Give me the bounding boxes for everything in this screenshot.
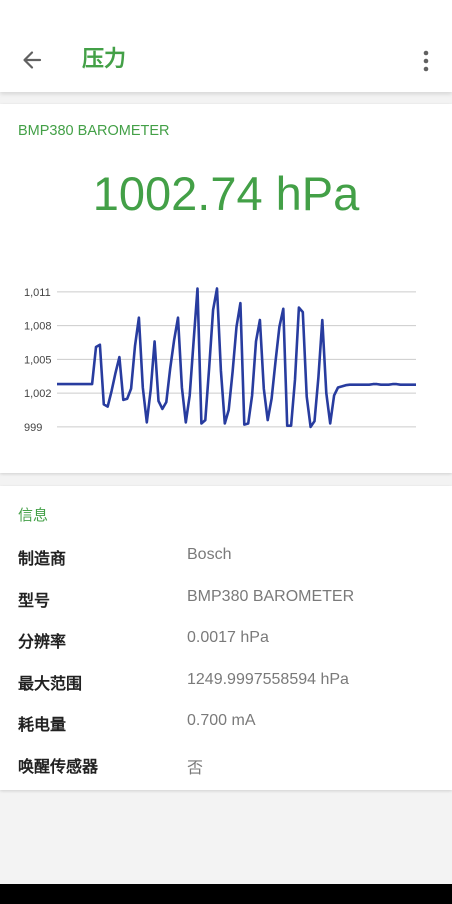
info-row-model: 型号 BMP380 BAROMETER (0, 587, 452, 611)
info-value: Bosch (187, 546, 232, 563)
arrow-back-icon (23, 51, 42, 69)
info-value: 否 (187, 760, 204, 777)
info-value: 0.700 mA (187, 712, 256, 729)
info-header: 信息 (18, 506, 49, 524)
info-label: 最大范围 (18, 674, 83, 693)
page-title: 压力 (82, 47, 127, 72)
info-card: 信息 制造商 Bosch 型号 BMP380 BAROMETER 分辨率 0.0… (0, 486, 452, 790)
app-bar: 压力 (0, 0, 452, 92)
info-row-resolution: 分辨率 0.0017 hPa (0, 628, 452, 652)
y-tick-label: 1,002 (24, 388, 52, 400)
system-nav-bar (0, 884, 452, 904)
info-row-manufacturer: 制造商 Bosch (0, 545, 452, 569)
more-vert-icon (423, 50, 429, 72)
y-tick-label: 1,005 (24, 354, 52, 366)
y-tick-label: 1,008 (24, 321, 52, 333)
info-row-power: 耗电量 0.700 mA (0, 711, 452, 735)
info-value: BMP380 BAROMETER (187, 588, 355, 605)
info-label: 型号 (18, 591, 51, 610)
info-label: 制造商 (18, 549, 67, 568)
sensor-name: BMP380 BAROMETER (18, 123, 170, 139)
info-value: 0.0017 hPa (187, 629, 269, 646)
info-label: 唤醒传感器 (18, 757, 99, 776)
overflow-menu-button[interactable] (414, 46, 438, 76)
back-button[interactable] (16, 44, 48, 76)
info-row-max-range: 最大范围 1249.9997558594 hPa (0, 670, 452, 694)
info-value: 1249.9997558594 hPa (187, 671, 349, 688)
chart-series-line (57, 287, 416, 429)
info-row-wakeup: 唤醒传感器 否 (0, 753, 452, 777)
y-tick-label: 1,011 (24, 287, 51, 299)
pressure-chart: 999 1,002 1,005 1,008 1,011 (24, 287, 416, 434)
y-tick-label: 999 (24, 422, 42, 434)
info-label: 分辨率 (18, 632, 67, 651)
info-label: 耗电量 (18, 715, 67, 734)
sensor-card: BMP380 BAROMETER 1002.74 hPa 999 1,002 1,0… (0, 104, 452, 473)
pressure-reading: 1002.74 hPa (92, 167, 360, 220)
